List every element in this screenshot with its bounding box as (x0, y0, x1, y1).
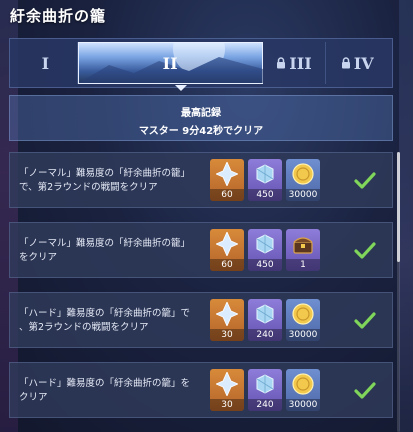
reward-item[interactable]: 60 (210, 229, 244, 271)
reward-count: 450 (248, 189, 282, 201)
reward-item[interactable]: 30 (210, 369, 244, 411)
reward-item[interactable]: 30000 (286, 299, 320, 341)
mission-description: 「ハード」難易度の「紆余曲折の籠」で 、第2ラウンドの戦闘をクリア (19, 308, 191, 333)
lock-icon (277, 57, 286, 69)
crystal-icon (216, 232, 238, 256)
mission-list-scrollbar[interactable] (397, 152, 400, 432)
reward-item[interactable]: 1 (286, 229, 320, 271)
reward-count: 30 (210, 329, 244, 341)
coin-icon (292, 163, 314, 185)
reward-item[interactable]: 30 (210, 299, 244, 341)
tab-stage-3[interactable]: III (263, 42, 327, 84)
reward-item[interactable]: 60 (210, 159, 244, 201)
reward-count: 30000 (286, 189, 320, 201)
reward-item[interactable]: 240 (248, 299, 282, 341)
best-record-panel: 最高記録 マスター 9分42秒でクリア (9, 95, 393, 141)
reward-item[interactable]: 240 (248, 369, 282, 411)
tab-label: I (41, 53, 50, 73)
coin-icon (292, 373, 314, 395)
tab-stage-4[interactable]: IV (326, 42, 388, 84)
mission-row: 「ノーマル」難易度の「紆余曲折の籠」 で、第2ラウンドの戦闘をクリア 60 45… (9, 152, 393, 208)
ore-icon (256, 164, 274, 184)
mission-description: 「ノーマル」難易度の「紆余曲折の籠」 で、第2ラウンドの戦闘をクリア (19, 168, 191, 193)
check-icon (354, 312, 376, 329)
ore-icon (256, 374, 274, 394)
mission-description: 「ノーマル」難易度の「紆余曲折の籠」 をクリア (19, 238, 191, 263)
reward-count: 240 (248, 329, 282, 341)
reward-item[interactable]: 450 (248, 229, 282, 271)
reward-item[interactable]: 30000 (286, 369, 320, 411)
reward-list: 60 450 1 (210, 229, 320, 271)
selected-tab-indicator (175, 85, 187, 91)
reward-list: 30 240 30000 (210, 299, 320, 341)
reward-count: 240 (248, 399, 282, 411)
coin-icon (292, 303, 314, 325)
tab-label: III (289, 53, 312, 73)
tab-stage-2[interactable]: II (77, 42, 263, 84)
check-icon (354, 172, 376, 189)
tab-stage-1[interactable]: I (14, 42, 78, 84)
crystal-icon (216, 372, 238, 396)
mission-row: 「ノーマル」難易度の「紆余曲折の籠」 をクリア 60 450 1 (9, 222, 393, 278)
best-record-value: マスター 9分42秒でクリア (138, 126, 264, 137)
mission-row: 「ハード」難易度の「紆余曲折の籠」で 、第2ラウンドの戦闘をクリア 30 240… (9, 292, 393, 348)
ore-icon (256, 234, 274, 254)
background-right-art (399, 0, 413, 432)
reward-item[interactable]: 450 (248, 159, 282, 201)
reward-count: 30 (210, 399, 244, 411)
crystal-icon (216, 162, 238, 186)
reward-list: 30 240 30000 (210, 369, 320, 411)
mission-row: 「ハード」難易度の「紆余曲折の籠」を クリア 30 240 30000 (9, 362, 393, 418)
ore-icon (256, 304, 274, 324)
reward-list: 60 450 30000 (210, 159, 320, 201)
reward-count: 1 (286, 259, 320, 271)
reward-count: 30000 (286, 399, 320, 411)
best-record-title: 最高記録 (181, 108, 221, 119)
stage-tab-bar: I II III IV (9, 38, 393, 88)
check-icon (354, 382, 376, 399)
tab-label: IV (353, 53, 374, 73)
check-icon (354, 242, 376, 259)
lock-icon (341, 57, 350, 69)
chest-icon (293, 237, 313, 254)
reward-count: 60 (210, 259, 244, 271)
reward-count: 60 (210, 189, 244, 201)
reward-item[interactable]: 30000 (286, 159, 320, 201)
crystal-icon (216, 302, 238, 326)
reward-count: 450 (248, 259, 282, 271)
scrollbar-thumb[interactable] (397, 152, 400, 262)
page-title: 紆余曲折の籠 (10, 7, 107, 25)
reward-count: 30000 (286, 329, 320, 341)
mission-description: 「ハード」難易度の「紆余曲折の籠」を クリア (19, 378, 191, 403)
tab-label: II (162, 53, 178, 73)
